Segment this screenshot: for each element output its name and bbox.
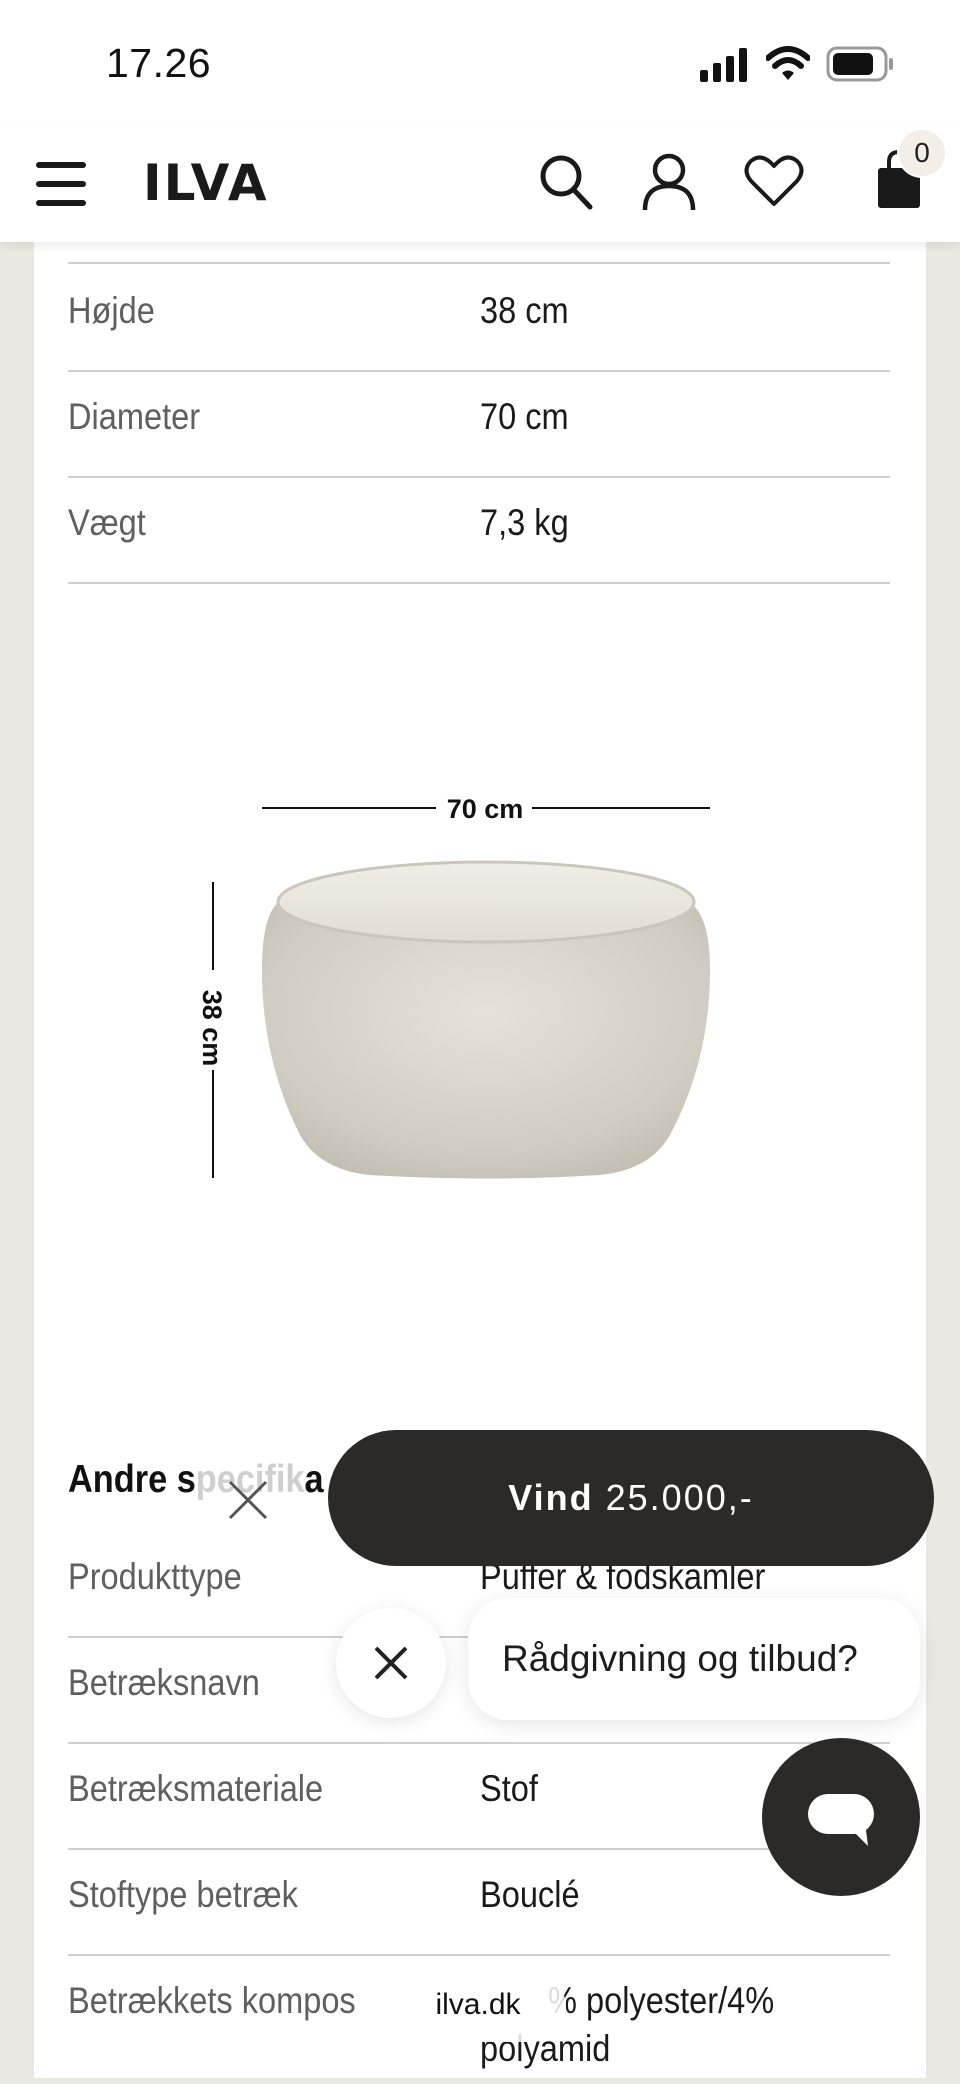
cellular-signal-icon <box>700 48 747 82</box>
spec-value: % polyester/4% <box>548 1980 775 2021</box>
width-dimension-label: 70 cm <box>447 794 524 824</box>
spec-label: Betræksnavn <box>68 1662 260 1703</box>
site-header: ILVA 0 <box>0 124 960 242</box>
account-icon[interactable] <box>640 152 698 212</box>
browser-url-pill[interactable]: ilva.dk <box>390 1972 566 2042</box>
close-icon <box>374 1646 408 1680</box>
spec-label: Produkttype <box>68 1556 242 1597</box>
search-icon[interactable] <box>538 152 594 212</box>
chat-icon <box>808 1794 874 1846</box>
table-row: Diameter 70 cm <box>68 370 890 478</box>
close-promo-icon[interactable] <box>222 1474 274 1526</box>
chat-prompt-bubble[interactable]: Rådgivning og tilbud? <box>468 1598 920 1720</box>
spec-label: Højde <box>68 290 155 331</box>
cart-count-badge[interactable]: 0 <box>897 128 947 178</box>
status-bar: 17.26 <box>0 0 960 124</box>
section-title-other-specs: Andre specifika <box>68 1458 324 1501</box>
spec-label: Betrækkets kompos <box>68 1980 356 2021</box>
ilva-logo[interactable]: ILVA <box>143 154 269 212</box>
close-chat-prompt-button[interactable] <box>336 1608 446 1718</box>
status-time: 17.26 <box>106 40 212 86</box>
win-promo-button[interactable]: Vind 25.000,- <box>328 1430 934 1566</box>
spec-value: Stof <box>480 1768 538 1809</box>
heart-icon[interactable] <box>744 154 804 208</box>
spec-label: Stoftype betræk <box>68 1874 298 1915</box>
wifi-icon <box>766 46 810 80</box>
spec-label: Betræksmateriale <box>68 1768 324 1809</box>
table-row: Højde 38 cm <box>68 264 890 372</box>
chat-launcher-button[interactable] <box>762 1738 920 1896</box>
battery-icon <box>826 46 893 82</box>
spec-value: 38 cm <box>480 290 569 331</box>
height-dimension-label: 38 cm <box>197 990 227 1067</box>
spec-label: Vægt <box>68 502 146 543</box>
table-row: Vægt 7,3 kg <box>68 476 890 584</box>
product-dimension-image: 70 cm 38 cm <box>197 794 710 1179</box>
spec-label: Diameter <box>68 396 201 437</box>
spec-value: 70 cm <box>480 396 569 437</box>
spec-value: 7,3 kg <box>480 502 569 543</box>
spec-value: Bouclé <box>480 1874 580 1915</box>
menu-icon[interactable] <box>36 162 86 206</box>
